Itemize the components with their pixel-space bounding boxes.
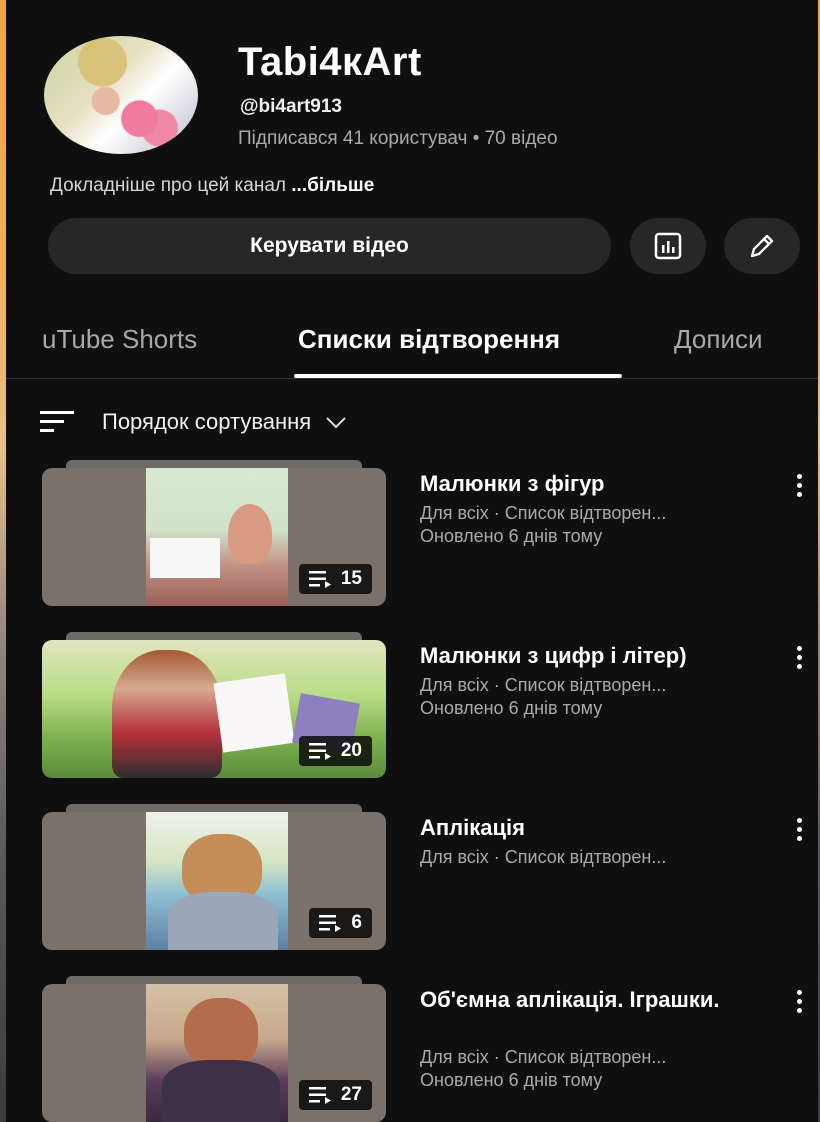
tab-posts[interactable]: Дописи [674,324,763,355]
thumbnail-image: 6 [42,812,386,950]
playlist-thumbnail[interactable]: 6 [42,804,386,954]
playlist-visibility: Для всіх · Список відтворен... [420,675,667,695]
channel-about[interactable]: Докладніше про цей канал ...більше [50,175,374,197]
playlist-item[interactable]: 27 Об'ємна аплікація. Іграшки. Для всіх … [6,976,818,1122]
channel-name: Tabi4кArt [238,40,422,84]
video-count: 6 [351,912,362,933]
video-count-badge: 20 [298,736,372,766]
playlist-updated: Оновлено 6 днів тому [420,526,603,546]
thumbnail-image: 20 [42,640,386,778]
playlist-thumbnail[interactable]: 20 [42,632,386,782]
video-count-badge: 27 [298,1080,372,1110]
more-options-icon[interactable] [794,472,804,500]
tab-shorts[interactable]: uTube Shorts [42,324,197,355]
about-more-link[interactable]: ...більше [291,175,374,196]
sort-icon [40,411,74,432]
analytics-button[interactable] [630,218,706,274]
thumbnail-image: 27 [42,984,386,1122]
chevron-down-icon [326,417,346,429]
thumbnail-stack-edge [66,804,362,812]
playlist-visibility: Для всіх · Список відтворен... [420,847,667,867]
thumbnail-stack-edge [66,460,362,468]
channel-avatar[interactable] [44,36,198,154]
playlist-visibility: Для всіх · Список відтворен... [420,503,667,523]
playlist-thumbnail[interactable]: 27 [42,976,386,1122]
playlist-icon [319,915,342,932]
sort-control[interactable]: Порядок сортування [38,402,349,442]
video-count: 20 [340,740,362,761]
more-options-icon[interactable] [794,816,804,844]
playlist-item[interactable]: 20 Малюнки з цифр і літер) Для всіх · Сп… [6,632,818,782]
playlist-title[interactable]: Аплікація [420,814,780,842]
playlist-thumbnail[interactable]: 15 [42,460,386,610]
video-count: 27 [340,1084,362,1105]
channel-screen: Tabi4кArt @bi4art913 Підписався 41 корис… [6,0,818,1122]
video-count: 15 [340,568,362,589]
channel-handle: @bi4art913 [240,96,342,117]
playlist-icon [308,1087,331,1104]
video-count-badge: 6 [309,908,372,938]
thumbnail-stack-edge [66,632,362,640]
manage-videos-button[interactable]: Керувати відео [48,218,611,274]
pencil-icon [750,234,774,258]
more-options-icon[interactable] [794,644,804,672]
playlist-title[interactable]: Малюнки з фігур [420,470,780,498]
playlist-item[interactable]: 6 Аплікація Для всіх · Список відтворен.… [6,804,818,954]
channel-stats: Підписався 41 користувач • 70 відео [238,128,558,149]
thumbnail-image: 15 [42,468,386,606]
playlist-updated: Оновлено 6 днів тому [420,1070,603,1090]
sort-label: Порядок сортування [102,409,312,434]
edit-channel-button[interactable] [724,218,800,274]
tab-playlists[interactable]: Списки відтворення [298,324,560,355]
analytics-icon [654,232,682,260]
playlist-icon [308,571,331,588]
playlist-title[interactable]: Об'ємна аплікація. Іграшки. [420,986,780,1014]
playlist-title[interactable]: Малюнки з цифр і літер) [420,642,780,670]
playlist-visibility: Для всіх · Список відтворен... [420,1047,667,1067]
playlist-icon [308,743,331,760]
about-text: Докладніше про цей канал [50,175,292,196]
more-options-icon[interactable] [794,988,804,1016]
video-count-badge: 15 [298,564,372,594]
active-tab-indicator [294,374,622,378]
thumbnail-stack-edge [66,976,362,984]
channel-tabs: uTube Shorts Списки відтворення Дописи [6,306,818,379]
playlist-item[interactable]: 15 Малюнки з фігур Для всіх · Список від… [6,460,818,610]
playlist-updated: Оновлено 6 днів тому [420,698,603,718]
